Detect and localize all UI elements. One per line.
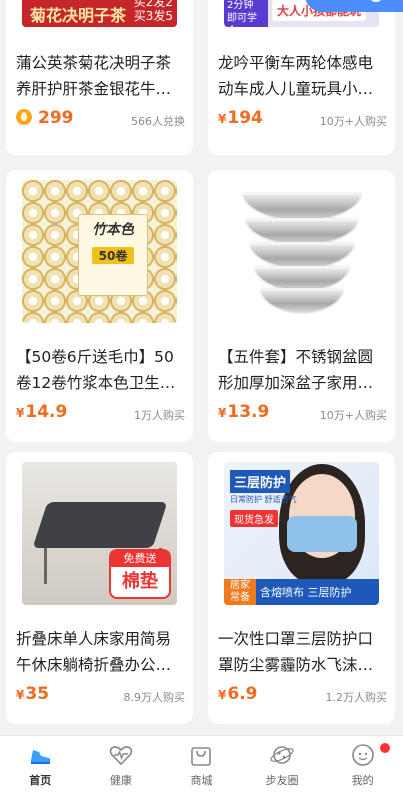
product-card[interactable]: 菊花决明子茶 买2发2 买3发5 蒲公英茶菊花决明子茶养肝护肝茶金银花牛… 299… [6, 0, 193, 155]
product-sold-count: 10万+人购买 [319, 409, 387, 422]
product-title: 折叠床单人床家用简易午休床躺椅折叠办公… [16, 630, 172, 674]
notification-badge [379, 743, 390, 753]
image-corner-label: 居家 常备 [224, 579, 256, 605]
product-card[interactable]: 竹本色 50卷 【50卷6斤送毛巾】50卷12卷竹浆本色卫生… ¥14.9 1万… [6, 170, 193, 442]
product-price: ¥13.9 [218, 402, 270, 422]
product-image: 免费送 棉垫 [22, 462, 177, 605]
floating-action-pill[interactable] [305, 0, 403, 12]
product-price: ¥194 [218, 108, 263, 128]
image-shipping-tag: 现货急发 [230, 510, 278, 527]
image-bottom-bar: 居家 常备 含熔喷布 三层防护 [224, 579, 379, 605]
bottom-nav: 首页 健康 商城 步友圈 我的 [0, 735, 403, 797]
shopping-bag-icon [191, 747, 212, 766]
product-price: 299 [16, 108, 74, 128]
product-image [224, 180, 379, 323]
coin-icon [16, 109, 32, 125]
image-promo: 买2发2 买3发5 [133, 0, 173, 23]
product-price: ¥14.9 [16, 402, 68, 422]
bed-frame [32, 502, 168, 548]
product-image: 竹本色 50卷 [22, 180, 177, 323]
product-card[interactable]: 三层防护 日常防护 舒适透气 现货急发 居家 常备 含熔喷布 三层防护 一次性口罩… [208, 452, 395, 724]
nav-item-community[interactable]: 步友圈 [242, 736, 323, 797]
nav-item-profile[interactable]: 我的 [322, 736, 403, 797]
heart-pulse-icon [109, 746, 133, 766]
product-card[interactable]: 免费送 棉垫 折叠床单人床家用简易午休床躺椅折叠办公… ¥35 8.9万人购买 [6, 452, 193, 724]
nav-item-home[interactable]: 首页 [0, 736, 81, 797]
product-card[interactable]: 2分钟即可学会 大人小孩都能玩 龙吟平衡车两轮体感电动车成人儿童玩具小… ¥19… [208, 0, 395, 155]
product-sold-count: 8.9万人购买 [123, 691, 186, 704]
bowl [260, 288, 343, 312]
product-title: 蒲公英茶菊花决明子茶养肝护肝茶金银花牛… [16, 54, 172, 98]
product-price: ¥6.9 [218, 684, 258, 704]
product-title: 一次性口罩三层防护口罩防尘雾霾防水飞沫… [218, 630, 374, 674]
nav-item-mall[interactable]: 商城 [161, 736, 242, 797]
planet-icon [270, 746, 294, 764]
image-subtitle: 日常防护 舒适透气 [230, 495, 297, 504]
product-title: 【五件套】不锈钢盆圆形加厚加深盆子家用… [218, 348, 374, 392]
product-sold-count: 1.2万人购买 [325, 691, 388, 704]
bowl [249, 242, 354, 268]
shoe-icon [31, 750, 51, 764]
nav-item-health[interactable]: 健康 [81, 736, 162, 797]
product-image: 菊花决明子茶 买2发2 买3发5 [22, 0, 177, 27]
image-feature: 含熔喷布 三层防护 [260, 586, 352, 599]
image-tag: 免费送 棉垫 [109, 549, 171, 599]
product-price: ¥35 [16, 684, 50, 704]
product-sold-count: 10万+人购买 [319, 115, 387, 128]
product-sold-count: 1万人购买 [134, 409, 185, 422]
product-card[interactable]: 【五件套】不锈钢盆圆形加厚加深盆子家用… ¥13.9 10万+人购买 [208, 170, 395, 442]
image-headline: 三层防护 [230, 470, 291, 493]
image-badge: 2分钟即可学会 [224, 0, 268, 27]
product-sold-count: 566人兑换 [131, 115, 185, 128]
bowl [242, 192, 361, 220]
face-mask [287, 516, 357, 552]
user-icon [351, 744, 374, 766]
product-image: 三层防护 日常防护 舒适透气 现货急发 居家 常备 含熔喷布 三层防护 [224, 462, 379, 605]
refresh-icon [369, 0, 383, 2]
product-title: 【50卷6斤送毛巾】50卷12卷竹浆本色卫生… [16, 348, 176, 392]
product-title: 龙吟平衡车两轮体感电动车成人儿童玩具小… [218, 54, 374, 98]
tissue-pack: 竹本色 50卷 [78, 214, 148, 296]
bowl [245, 218, 358, 244]
mall-page: 菊花决明子茶 买2发2 买3发5 蒲公英茶菊花决明子茶养肝护肝茶金银花牛… 299… [0, 0, 403, 797]
bowl [254, 266, 349, 290]
